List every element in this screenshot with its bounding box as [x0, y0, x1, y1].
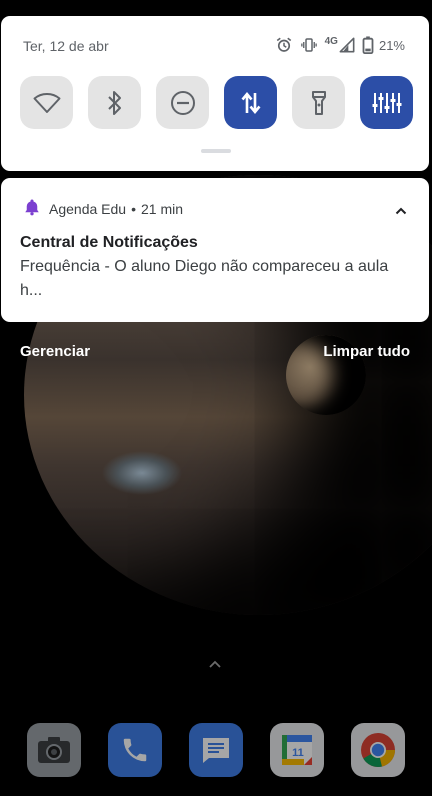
messages-app[interactable]	[189, 723, 243, 777]
app-dock: 11	[27, 723, 405, 777]
collapse-chevron-icon[interactable]	[395, 202, 407, 220]
alarm-icon	[275, 36, 293, 54]
dnd-icon	[170, 90, 195, 115]
phone-icon	[123, 738, 147, 762]
tile-flashlight[interactable]	[292, 76, 345, 129]
network-type-label: 4G	[324, 35, 338, 47]
manage-button[interactable]: Gerenciar	[20, 343, 90, 360]
notification-time: 21 min	[140, 200, 184, 217]
messages-icon	[203, 738, 229, 763]
tile-mobile-data[interactable]	[224, 76, 277, 129]
quick-tiles	[20, 76, 413, 129]
date-label: Ter, 12 de abr	[23, 38, 109, 54]
notification-title: Central de Notificações	[20, 234, 198, 251]
chrome-icon	[361, 733, 395, 767]
swipe-up-chevron-icon	[208, 656, 222, 674]
calendar-day-label: 11	[292, 747, 304, 759]
equalizer-icon	[372, 92, 401, 113]
phone-app[interactable]	[108, 723, 162, 777]
clear-all-button[interactable]: Limpar tudo	[323, 343, 410, 360]
status-row: Ter, 12 de abr 4G 21%	[23, 36, 405, 56]
data-arrows-icon	[240, 91, 261, 114]
flashlight-icon	[311, 90, 326, 115]
battery-percent: 21%	[378, 37, 405, 53]
calendar-app[interactable]: 11	[270, 723, 324, 777]
signal-icon	[339, 37, 355, 53]
notification-card[interactable]: Agenda Edu • 21 min Central de Notificaç…	[1, 178, 429, 322]
vibrate-icon	[300, 36, 318, 54]
calendar-icon: 11	[282, 735, 312, 765]
notification-app-name: Agenda Edu	[49, 200, 127, 217]
tile-do-not-disturb[interactable]	[156, 76, 209, 129]
tile-equalizer[interactable]	[360, 76, 413, 129]
camera-app[interactable]	[27, 723, 81, 777]
bell-icon	[23, 198, 41, 219]
tile-bluetooth[interactable]	[88, 76, 141, 129]
header-separator: •	[131, 200, 136, 217]
camera-icon	[38, 737, 70, 763]
quick-settings-panel: Ter, 12 de abr 4G 21%	[1, 16, 429, 171]
panel-drag-handle[interactable]	[201, 149, 231, 153]
wifi-icon	[33, 92, 60, 113]
tile-wifi[interactable]	[20, 76, 73, 129]
battery-icon	[362, 36, 374, 54]
notification-header: Agenda Edu • 21 min	[23, 198, 183, 219]
notification-body: Frequência - O aluno Diego não comparece…	[20, 258, 389, 299]
bluetooth-icon	[107, 90, 121, 115]
chrome-app[interactable]	[351, 723, 405, 777]
status-icons: 4G 21%	[275, 36, 405, 54]
